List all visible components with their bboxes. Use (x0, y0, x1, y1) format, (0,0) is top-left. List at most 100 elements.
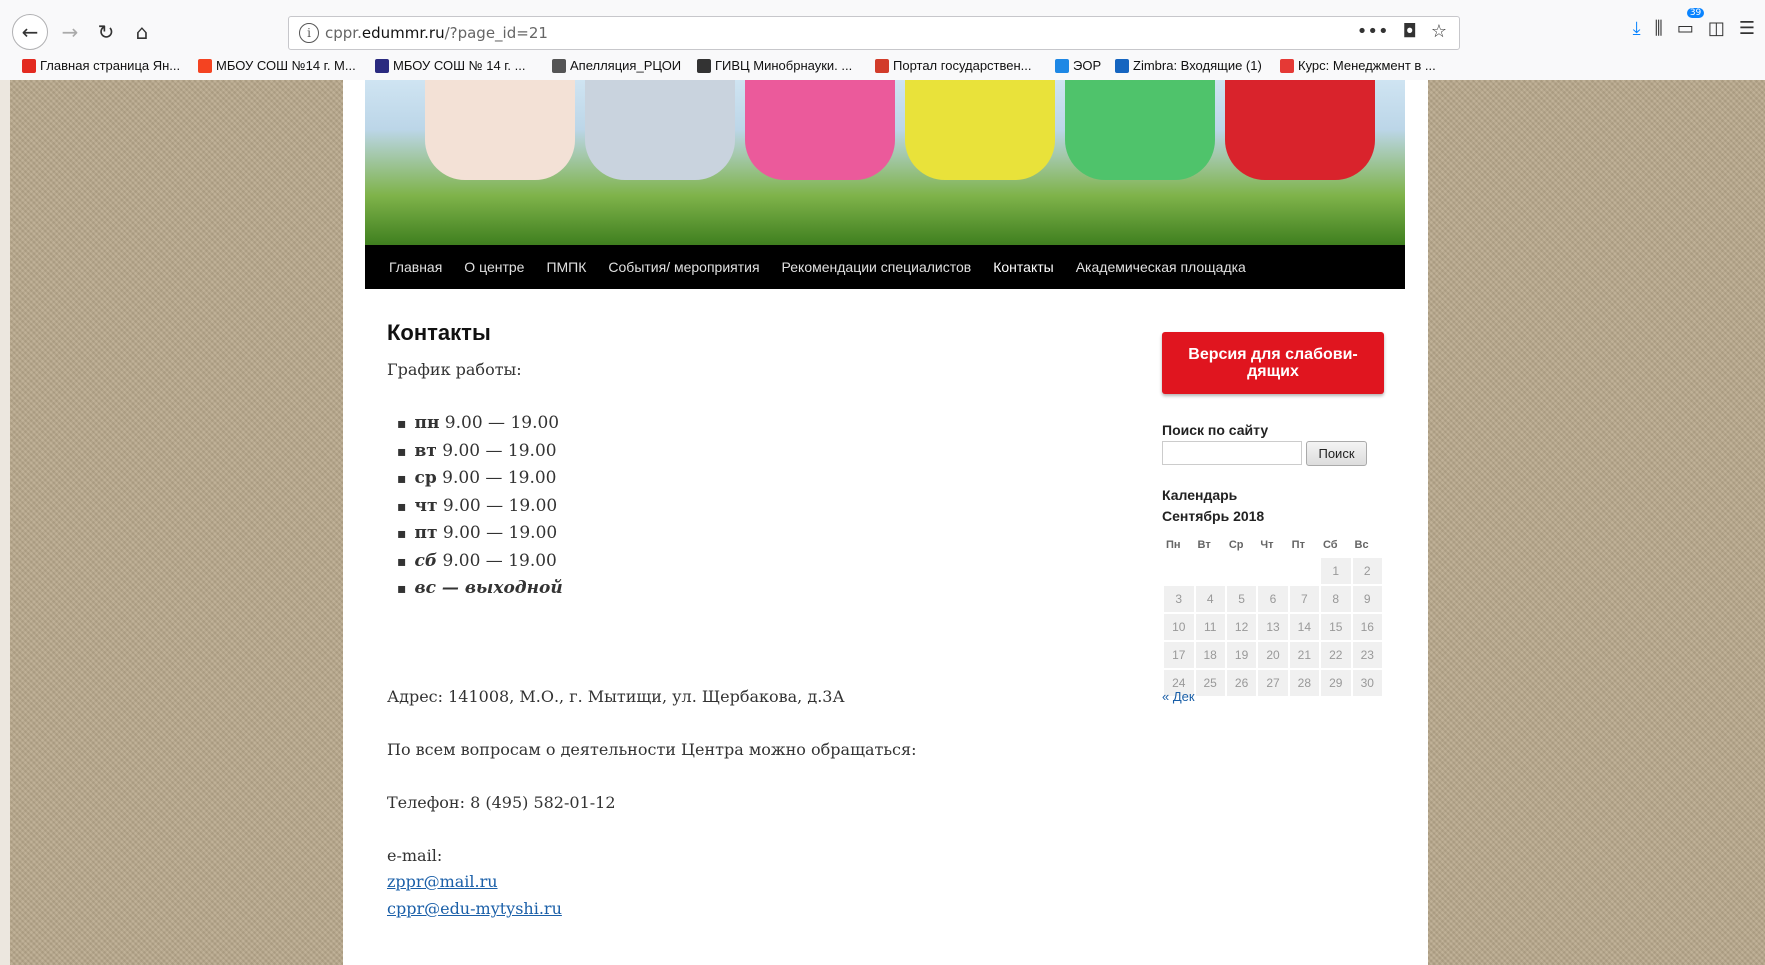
library-icon[interactable]: ⫼ (1655, 18, 1663, 39)
schedule-heading: График работы: (387, 360, 522, 379)
arrow-left-icon: ← (21, 20, 39, 44)
menu-item[interactable]: События/ мероприятия (608, 259, 759, 275)
page-left-edge (0, 80, 10, 965)
page-title: Контакты (387, 320, 491, 345)
calendar-weekday: Пт (1291, 539, 1305, 551)
calendar-day: 12 (1226, 614, 1257, 640)
bookmark-item[interactable]: Главная страница Ян... (22, 58, 180, 73)
search-button[interactable]: Поиск (1306, 441, 1367, 466)
schedule-item: пт 9.00 — 19.00 (397, 520, 563, 548)
page-background: Главная О центре ПМПК События/ мероприятия Р… (0, 80, 1765, 965)
toolbar-right: ⤓ ⫼ ▭ 39 ◫ ☰ (1633, 8, 1765, 39)
menu-item[interactable]: Главная (389, 259, 442, 275)
pocket-icon[interactable]: ◘ (1403, 21, 1417, 42)
url-text[interactable]: cppr.edummr.ru/?page_id=21 (325, 24, 548, 42)
header-banner (365, 80, 1405, 245)
url-actions: ••• ◘ ☆ (1357, 21, 1447, 42)
menu-item[interactable]: ПМПК (546, 259, 586, 275)
calendar-empty-cell (1196, 558, 1225, 584)
banner-child (905, 80, 1055, 180)
bookmark-item[interactable]: ЭОР (1055, 58, 1101, 73)
bookmark-item[interactable]: Портал государствен... (875, 58, 1032, 73)
bookmark-item[interactable]: ГИВЦ Минобрнауки. ... (697, 58, 852, 73)
bookmarks-bar: Главная страница Ян... МБОУ СОШ №14 г. М.… (0, 54, 1765, 80)
schedule-day: пт (414, 523, 438, 543)
phone-text: Телефон: 8 (495) 582-01-12 (387, 793, 616, 812)
vision-button-line1: Версия для слабови- (1188, 346, 1358, 363)
calendar-day: 29 (1320, 670, 1351, 696)
menu-item[interactable]: О центре (464, 259, 524, 275)
low-vision-version-button[interactable]: Версия для слабови-дящих (1162, 332, 1384, 394)
synced-tabs-icon[interactable]: ▭ 39 (1677, 8, 1705, 39)
calendar-weekday: Ср (1228, 539, 1244, 551)
calendar-day: 3 (1164, 586, 1194, 612)
schedule-day: чт (414, 495, 438, 516)
calendar-weekday: Вс (1354, 539, 1369, 551)
calendar-day: 27 (1258, 670, 1288, 696)
schedule-day: вс (414, 578, 437, 598)
calendar-day: 5 (1226, 586, 1257, 612)
menu-item[interactable]: Академическая площадка (1076, 259, 1246, 275)
address-text: Адрес: 141008, М.О., г. Мытищи, ул. Щерб… (387, 687, 845, 706)
reload-icon: ↻ (97, 20, 115, 44)
back-button[interactable]: ← (12, 14, 48, 50)
browser-chrome: ← → ↻ ⌂ i cppr.edummr.ru/?page_id=21 •••… (0, 0, 1765, 81)
bookmark-label: Апелляция_РЦОИ (570, 58, 682, 73)
globe-icon (552, 58, 566, 73)
calendar-empty-cell (1258, 558, 1287, 584)
bookmark-item[interactable]: Апелляция_РЦОИ (552, 58, 681, 73)
forward-button[interactable]: → (52, 14, 88, 50)
calendar-empty-cell (1227, 558, 1257, 584)
more-icon[interactable]: ••• (1357, 21, 1389, 42)
menu-icon[interactable]: ☰ (1739, 18, 1755, 39)
banner-child (1225, 80, 1375, 180)
bookmark-item[interactable]: МБОУ СОШ №14 г. М... (198, 58, 356, 73)
bookmark-label: ЭОР (1073, 58, 1102, 73)
schedule-time: 9.00 — 19.00 (437, 495, 558, 516)
star-icon[interactable]: ☆ (1431, 21, 1447, 42)
calendar-day: 6 (1258, 586, 1288, 612)
calendar-prev-link[interactable]: « Дек (1162, 689, 1195, 704)
browser-toolbar: ← → ↻ ⌂ i cppr.edummr.ru/?page_id=21 •••… (0, 0, 1765, 60)
bookmark-item[interactable]: Zimbra: Входящие (1) (1115, 58, 1262, 73)
schedule-time: 9.00 — 19.00 (436, 468, 557, 488)
calendar-day: 10 (1164, 614, 1194, 640)
schedule-time: — выходной (436, 578, 563, 598)
schedule-time: 9.00 — 19.00 (436, 440, 557, 461)
bookmark-item[interactable]: Курс: Менеджмент в ... (1280, 58, 1436, 73)
reload-button[interactable]: ↻ (88, 14, 124, 50)
bookmark-label: МБОУ СОШ №14 г. М... (216, 58, 356, 73)
bookmark-item[interactable]: МБОУ СОШ № 14 г. ... (375, 58, 526, 73)
info-icon[interactable]: i (299, 23, 319, 43)
menu-item[interactable]: Контакты (993, 259, 1053, 275)
calendar-day: 25 (1195, 670, 1225, 696)
sidebar-icon[interactable]: ◫ (1708, 18, 1725, 39)
calendar-weekday: Пн (1166, 539, 1181, 551)
download-icon[interactable]: ⤓ (1633, 18, 1641, 39)
banner-child (1065, 80, 1215, 180)
schedule-day: пн (414, 413, 440, 433)
calendar-day: 7 (1289, 586, 1319, 612)
calendar-day: 28 (1289, 670, 1319, 696)
schedule-item: ср 9.00 — 19.00 (397, 465, 563, 493)
calendar-day: 15 (1320, 614, 1351, 640)
schedule-time: 9.00 — 19.00 (437, 550, 557, 571)
calendar-day: 18 (1195, 642, 1225, 668)
bookmark-label: Курс: Менеджмент в ... (1298, 58, 1436, 73)
home-button[interactable]: ⌂ (124, 14, 160, 50)
banner-child (745, 80, 895, 180)
calendar-day: 23 (1352, 642, 1382, 668)
school-icon (375, 58, 389, 73)
search-input[interactable] (1162, 441, 1302, 465)
calendar-day: 22 (1320, 642, 1351, 668)
menu-item[interactable]: Рекомендации специалистов (782, 259, 972, 275)
main-menu: Главная О центре ПМПК События/ мероприятия Р… (365, 245, 1405, 289)
schedule-item: чт 9.00 — 19.00 (397, 493, 563, 521)
zimbra-icon (1115, 58, 1129, 73)
calendar-day: 13 (1258, 614, 1288, 640)
calendar-day: 9 (1352, 586, 1382, 612)
calendar-day: 8 (1320, 586, 1351, 612)
email-link-zppr[interactable]: zppr@mail.ru (387, 872, 498, 891)
url-bar[interactable]: i cppr.edummr.ru/?page_id=21 ••• ◘ ☆ (288, 16, 1460, 50)
email-link-cppr[interactable]: cppr@edu-mytyshi.ru (387, 899, 562, 918)
